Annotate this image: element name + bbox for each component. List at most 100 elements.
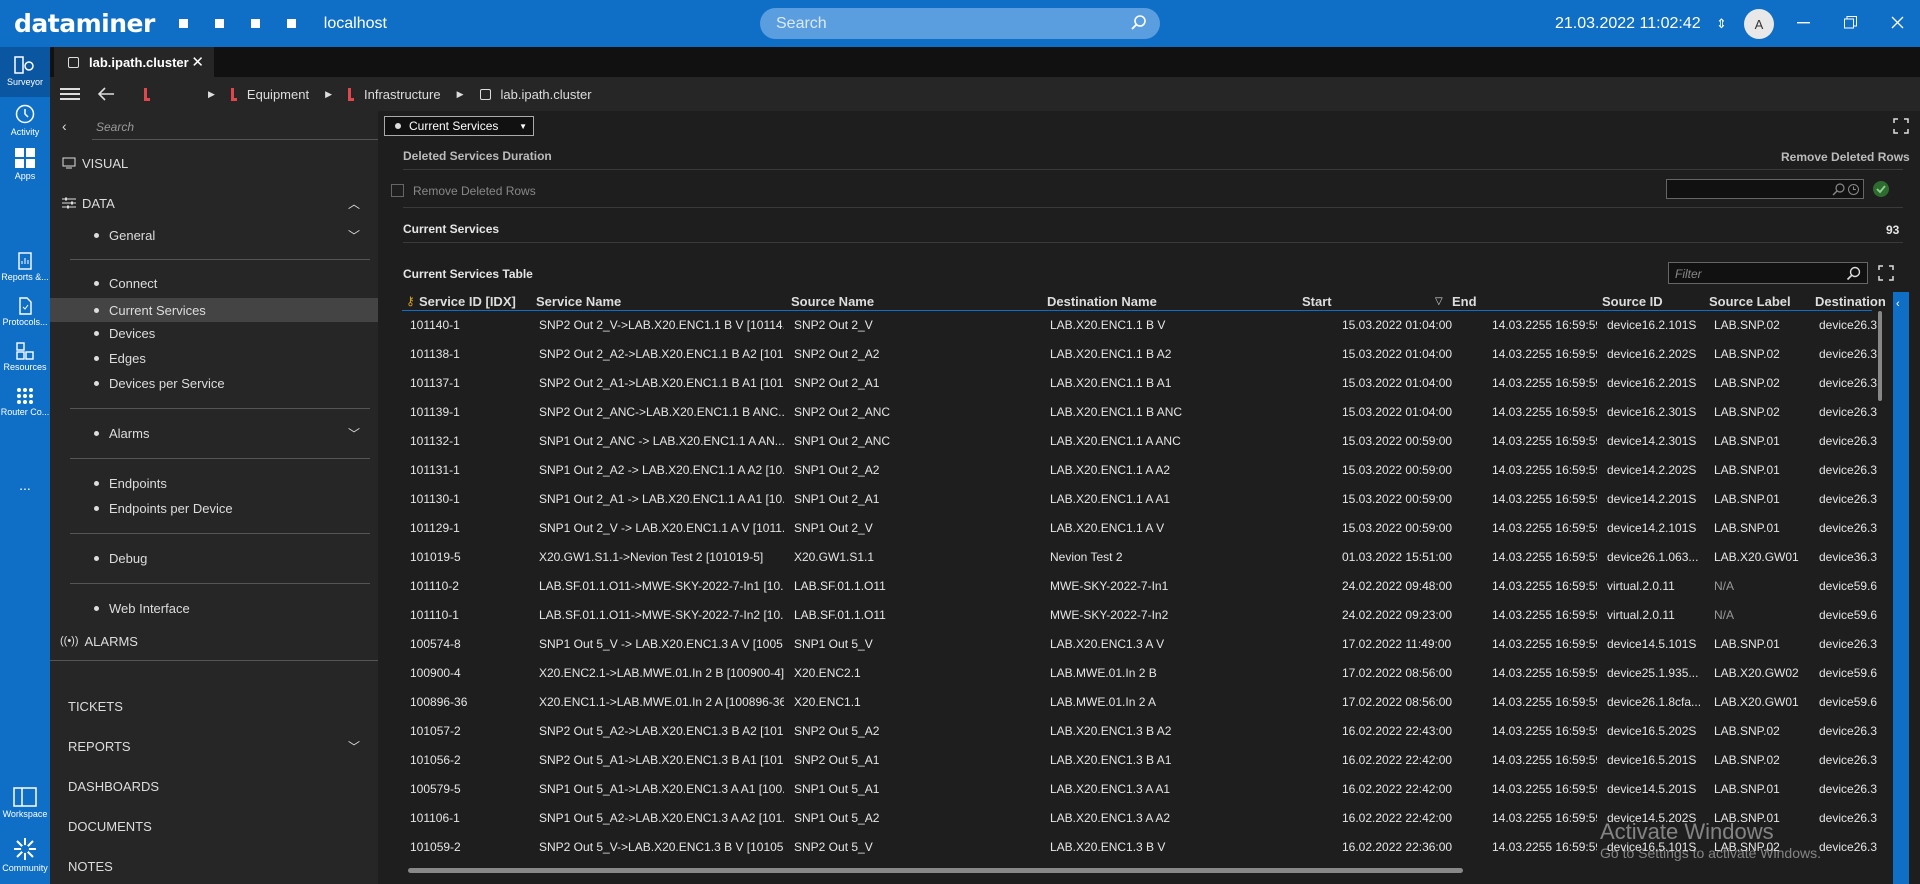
dot-icon[interactable] — [286, 19, 296, 28]
chevron-up-icon[interactable]: ︿ — [348, 195, 360, 212]
dot-icon[interactable] — [178, 19, 188, 28]
sort-desc-icon[interactable]: ▽ — [1435, 296, 1443, 307]
rail-more[interactable]: ... — [0, 477, 50, 493]
rail-reports[interactable]: Reports &... — [0, 252, 50, 282]
table-row[interactable]: 101110-1 LAB.SF.01.1.O11->MWE-SKY-2022-7-… — [378, 601, 1878, 630]
sidebar-item-debug[interactable]: Debug — [50, 548, 378, 568]
sidebar-item-alarms[interactable]: Alarms ﹀ — [50, 423, 378, 443]
table-row[interactable]: 101131-1 SNP1 Out 2_A2 -> LAB.X20.ENC1.1 … — [378, 456, 1878, 485]
rail-community[interactable]: Community — [0, 837, 50, 873]
breadcrumb-infrastructure[interactable]: Infrastructure — [348, 87, 441, 102]
search-icon[interactable] — [1130, 14, 1148, 32]
confirm-check-icon[interactable] — [1872, 180, 1890, 198]
search-icon[interactable] — [1832, 183, 1845, 196]
col-source-id[interactable]: Source ID — [1602, 294, 1663, 309]
sidebar-item-web-interface[interactable]: Web Interface — [50, 598, 378, 618]
rail-activity[interactable]: Activity — [0, 103, 50, 137]
sidebar-item-current-services[interactable]: Current Services — [50, 298, 378, 322]
table-row[interactable]: 101137-1 SNP2 Out 2_A1->LAB.X20.ENC1.1 B … — [378, 369, 1878, 398]
col-start[interactable]: Start — [1302, 294, 1332, 309]
table-row[interactable]: 100896-36 X20.ENC1.1->LAB.MWE.01.In 2 A [… — [378, 688, 1878, 717]
col-destination-name[interactable]: Destination Name — [1047, 294, 1157, 309]
close-icon[interactable] — [1891, 16, 1904, 29]
col-service-name[interactable]: Service Name — [536, 294, 621, 309]
sidebar-item-edges[interactable]: Edges — [50, 348, 378, 368]
col-source-name[interactable]: Source Name — [791, 294, 874, 309]
table-row[interactable]: 101057-2 SNP2 Out 5_A2->LAB.X20.ENC1.3 B … — [378, 717, 1878, 746]
table-cell: SNP1 Out 2_ANC — [794, 434, 891, 448]
remove-deleted-rows-checkbox[interactable] — [391, 184, 404, 197]
side-panel-toggle[interactable]: ‹ — [1893, 292, 1909, 884]
rail-surveyor[interactable]: Surveyor — [0, 47, 50, 97]
horizontal-scrollbar[interactable] — [408, 868, 1463, 873]
table-row[interactable]: 101110-2 LAB.SF.01.1.O11->MWE-SKY-2022-7-… — [378, 572, 1878, 601]
chevron-down-icon[interactable]: ﹀ — [348, 738, 360, 755]
sidebar-item-connect[interactable]: Connect — [50, 273, 378, 293]
col-destination[interactable]: Destination — [1815, 294, 1886, 309]
table-row[interactable]: 101138-1 SNP2 Out 2_A2->LAB.X20.ENC1.1 B … — [378, 340, 1878, 369]
back-arrow-icon[interactable] — [98, 87, 114, 101]
sidebar-search-input[interactable]: Search — [92, 116, 414, 140]
sidebar-item-reports[interactable]: REPORTS ﹀ — [50, 736, 378, 756]
table-row[interactable]: 101139-1 SNP2 Out 2_ANC->LAB.X20.ENC1.1 B… — [378, 398, 1878, 427]
sidebar-item-endpoints-per-device[interactable]: Endpoints per Device — [50, 498, 378, 518]
restore-icon[interactable] — [1844, 16, 1857, 29]
table-cell: device14.5.201S — [1607, 782, 1697, 796]
rail-workspace[interactable]: Workspace — [0, 787, 50, 819]
brand-logo[interactable]: dataminer — [14, 9, 155, 38]
table-row[interactable]: 101132-1 SNP1 Out 2_ANC -> LAB.X20.ENC1.1… — [378, 427, 1878, 456]
table-cell: 101106-1 — [410, 811, 460, 825]
sidebar-item-general[interactable]: General ﹀ — [50, 225, 378, 245]
table-row[interactable]: 100574-8 SNP1 Out 5_V -> LAB.X20.ENC1.3 A… — [378, 630, 1878, 659]
sidebar-item-dashboards[interactable]: DASHBOARDS — [50, 776, 378, 796]
sidebar-item-data[interactable]: DATA ︿ — [50, 193, 378, 213]
dot-icon[interactable] — [250, 19, 260, 28]
sidebar-item-devices-per-service[interactable]: Devices per Service — [50, 373, 378, 393]
vertical-scrollbar[interactable] — [1878, 311, 1882, 401]
global-search-input[interactable]: Search — [760, 8, 1160, 39]
clock-icon[interactable] — [1847, 183, 1860, 196]
table-row[interactable]: 101056-2 SNP2 Out 5_A1->LAB.X20.ENC1.3 B … — [378, 746, 1878, 775]
table-row[interactable]: 101019-5 X20.GW1.S1.1->Nevion Test 2 [101… — [378, 543, 1878, 572]
sidebar-item-endpoints[interactable]: Endpoints — [50, 473, 378, 493]
rail-router[interactable]: Router Co... — [0, 387, 50, 417]
avatar[interactable]: A — [1744, 9, 1774, 39]
table-cell: 101059-2 — [410, 840, 461, 854]
rail-protocols[interactable]: Protocols... — [0, 297, 50, 327]
rail-apps[interactable]: Apps — [0, 147, 50, 181]
sidebar-item-alarms-page[interactable]: ((•)) ALARMS — [50, 631, 378, 651]
close-tab-icon[interactable]: ✕ — [191, 53, 204, 71]
chevron-down-icon[interactable]: ﹀ — [348, 227, 360, 244]
collapse-left-icon[interactable]: ‹ — [62, 118, 67, 134]
col-end[interactable]: End — [1452, 294, 1477, 309]
breadcrumb-element[interactable]: lab.ipath.cluster — [479, 87, 592, 102]
table-row[interactable]: 101130-1 SNP1 Out 2_A1 -> LAB.X20.ENC1.1 … — [378, 485, 1878, 514]
sort-icon[interactable]: ⇕ — [1716, 16, 1727, 32]
table-row[interactable]: 100900-4 X20.ENC2.1->LAB.MWE.01.In 2 B [1… — [378, 659, 1878, 688]
col-source-label[interactable]: Source Label — [1709, 294, 1791, 309]
expand-table-icon[interactable] — [1878, 265, 1894, 281]
breadcrumb-root[interactable] — [144, 87, 160, 101]
remove-rows-input[interactable] — [1666, 179, 1864, 199]
sidebar-item-tickets[interactable]: TICKETS — [50, 696, 378, 716]
table-filter-input[interactable]: Filter — [1668, 262, 1868, 284]
dot-icon[interactable] — [214, 19, 224, 28]
rail-resources[interactable]: Resources — [0, 342, 50, 372]
search-icon[interactable] — [1846, 266, 1861, 281]
page-dropdown[interactable]: Current Services ▼ — [384, 116, 534, 136]
hamburger-icon[interactable] — [60, 87, 80, 101]
tab-lab-ipath-cluster[interactable]: lab.ipath.cluster ✕ — [54, 47, 214, 77]
sidebar-item-devices[interactable]: Devices — [50, 323, 378, 343]
chevron-down-icon[interactable]: ﹀ — [348, 425, 360, 442]
minimize-icon[interactable] — [1797, 22, 1810, 24]
sidebar-item-notes[interactable]: NOTES — [50, 856, 378, 876]
element-icon — [68, 56, 79, 68]
sidebar-item-documents[interactable]: DOCUMENTS — [50, 816, 378, 836]
breadcrumb-equipment[interactable]: Equipment — [230, 87, 309, 102]
col-service-id[interactable]: Service ID [IDX] — [419, 294, 516, 309]
table-row[interactable]: 101129-1 SNP1 Out 2_V -> LAB.X20.ENC1.1 A… — [378, 514, 1878, 543]
fullscreen-icon[interactable] — [1893, 118, 1909, 134]
sidebar-item-visual[interactable]: VISUAL — [50, 153, 378, 173]
table-row[interactable]: 101140-1 SNP2 Out 2_V->LAB.X20.ENC1.1 B V… — [378, 311, 1878, 340]
table-row[interactable]: 100579-5 SNP1 Out 5_A1->LAB.X20.ENC1.3 A … — [378, 775, 1878, 804]
